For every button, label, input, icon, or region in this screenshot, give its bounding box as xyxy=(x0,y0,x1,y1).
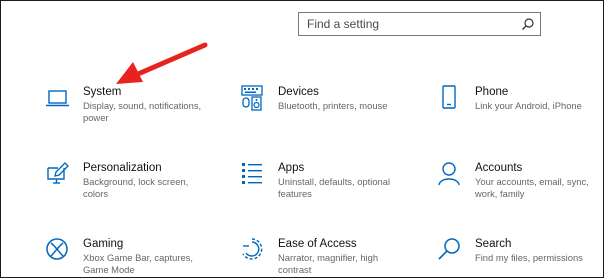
settings-window: Find a setting System Display, sound, no… xyxy=(0,0,604,278)
tile-description: Find my files, permissions xyxy=(475,252,583,263)
xbox-icon xyxy=(45,237,71,263)
tile-description: Link your Android, iPhone xyxy=(475,100,582,111)
paint-monitor-icon xyxy=(45,161,71,187)
search-placeholder: Find a setting xyxy=(307,17,380,31)
tile-title: Ease of Access xyxy=(278,238,357,250)
tile-title: Personalization xyxy=(83,162,162,174)
search-input[interactable]: Find a setting xyxy=(298,12,541,36)
laptop-icon xyxy=(45,85,71,111)
tile-title: Apps xyxy=(278,162,305,174)
tile-title: Accounts xyxy=(475,162,523,174)
phone-icon xyxy=(437,85,463,111)
tile-title: Devices xyxy=(278,86,319,98)
tile-title: Gaming xyxy=(83,238,124,250)
magnifier-icon xyxy=(437,237,463,263)
tile-description: Xbox Game Bar, captures, Game Mode xyxy=(83,252,193,275)
apps-list-icon xyxy=(240,161,266,187)
keyboard-speaker-icon xyxy=(240,85,266,111)
tile-title: Search xyxy=(475,238,512,250)
tile-description: Display, sound, notifications, power xyxy=(83,100,202,123)
tile-title: Phone xyxy=(475,86,509,98)
tile-description: Narrator, magnifier, high contrast xyxy=(278,252,379,275)
tile-title: System xyxy=(83,86,122,98)
tile-description: Bluetooth, printers, mouse xyxy=(278,100,388,111)
ease-of-access-icon xyxy=(240,237,266,263)
tile-description: Uninstall, defaults, optional features xyxy=(278,176,391,199)
tile-description: Background, lock screen, colors xyxy=(83,176,189,199)
tile-description: Your accounts, email, sync, work, family xyxy=(475,176,589,199)
search-icon[interactable] xyxy=(521,17,535,31)
person-icon xyxy=(437,161,463,187)
